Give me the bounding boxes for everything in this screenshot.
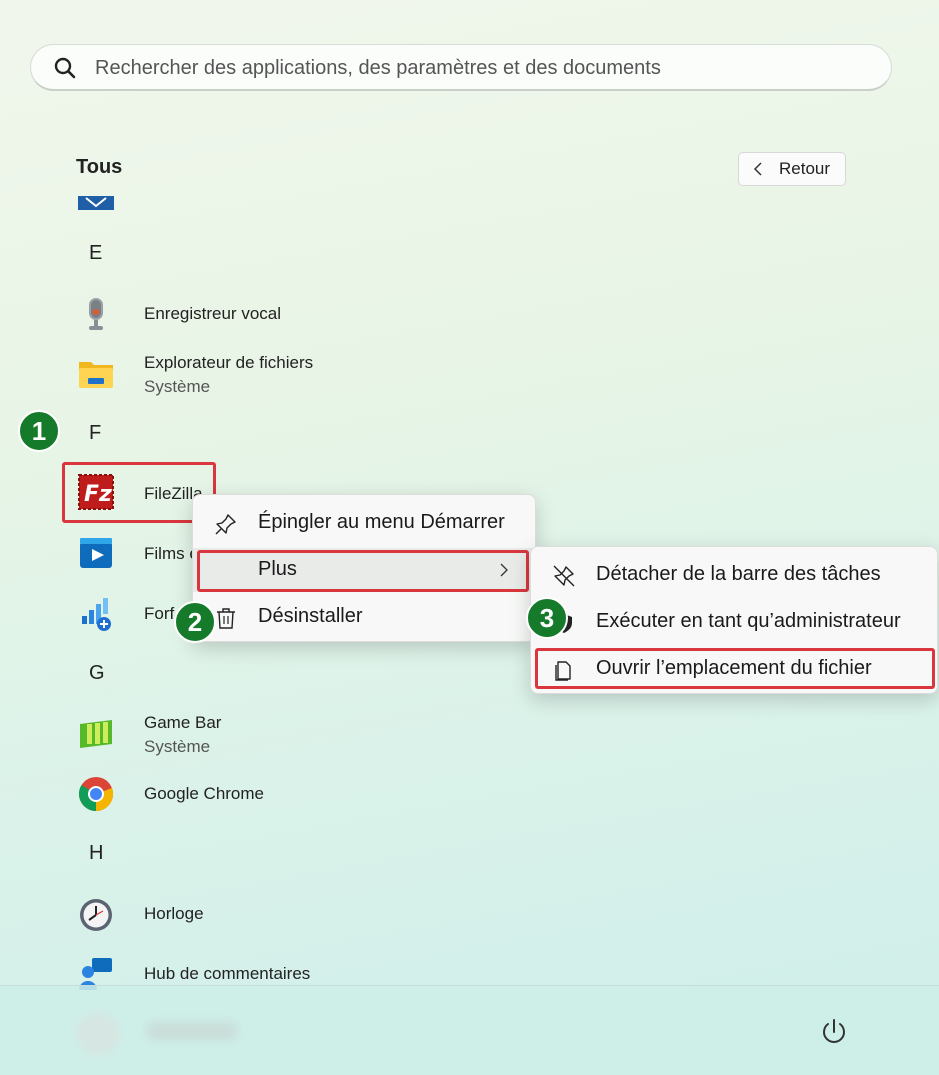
section-letter-h: H — [89, 842, 104, 864]
section-letter-f: F — [89, 422, 102, 444]
menu-item-label: Exécuter en tant qu’administrateur — [596, 610, 901, 632]
search-input[interactable] — [95, 53, 875, 83]
page-title: Tous — [76, 156, 123, 178]
section-letter-e: E — [89, 242, 103, 264]
app-item-game-bar[interactable]: Game Bar Système — [76, 710, 456, 756]
back-button-label: Retour — [779, 159, 831, 178]
menu-item-label: Épingler au menu Démarrer — [258, 511, 505, 533]
app-subtitle: Système — [144, 737, 211, 756]
menu-item-uninstall[interactable]: Désinstaller — [193, 595, 535, 639]
app-item-horloge[interactable]: Horloge — [76, 892, 456, 936]
app-item-enregistreur-vocal[interactable]: Enregistreur vocal — [76, 292, 456, 336]
app-subtitle: Système — [144, 377, 211, 396]
app-name: Enregistreur vocal — [144, 304, 282, 323]
app-name: Google Chrome — [144, 784, 265, 803]
step-badge-1: 1 — [18, 410, 60, 452]
partial-app-icon — [78, 196, 114, 210]
unpin-icon — [553, 565, 575, 587]
game-bar-icon — [80, 720, 112, 748]
signal-plus-icon — [82, 598, 111, 631]
user-avatar[interactable] — [76, 1012, 120, 1056]
power-icon[interactable] — [818, 1016, 850, 1048]
chrome-icon — [78, 777, 114, 812]
app-name: Game Bar — [144, 713, 222, 732]
films-icon — [80, 538, 112, 568]
start-footer — [0, 985, 939, 1075]
menu-item-unpin-taskbar[interactable]: Détacher de la barre des tâches — [531, 553, 937, 597]
chevron-left-icon — [753, 162, 762, 176]
menu-item-pin-start[interactable]: Épingler au menu Démarrer — [193, 501, 535, 545]
menu-item-label: Désinstaller — [258, 605, 363, 627]
menu-item-label: Détacher de la barre des tâches — [596, 563, 881, 585]
folder-icon — [79, 362, 113, 388]
app-name: Horloge — [144, 904, 204, 923]
search-icon — [54, 57, 76, 79]
trash-icon — [217, 608, 235, 629]
clock-icon — [80, 899, 112, 931]
app-item-explorateur[interactable]: Explorateur de fichiers Système — [76, 350, 456, 396]
microphone-icon — [89, 298, 103, 330]
highlight-box-plus — [197, 550, 529, 592]
app-item-google-chrome[interactable]: Google Chrome — [76, 772, 456, 816]
menu-item-run-admin[interactable]: Exécuter en tant qu’administrateur — [531, 600, 937, 644]
pin-icon — [215, 514, 236, 535]
search-box[interactable] — [30, 44, 892, 91]
section-letter-g: G — [89, 662, 105, 684]
app-name: Hub de commentaires — [144, 964, 311, 983]
app-name: Films e — [144, 544, 192, 563]
user-name-blurred — [146, 1022, 238, 1040]
highlight-box-open-location — [535, 648, 935, 689]
step-badge-3: 3 — [526, 597, 568, 639]
step-badge-2: 2 — [174, 601, 216, 643]
back-button[interactable]: Retour — [738, 152, 846, 186]
app-name: Explorateur de fichiers — [144, 353, 314, 372]
